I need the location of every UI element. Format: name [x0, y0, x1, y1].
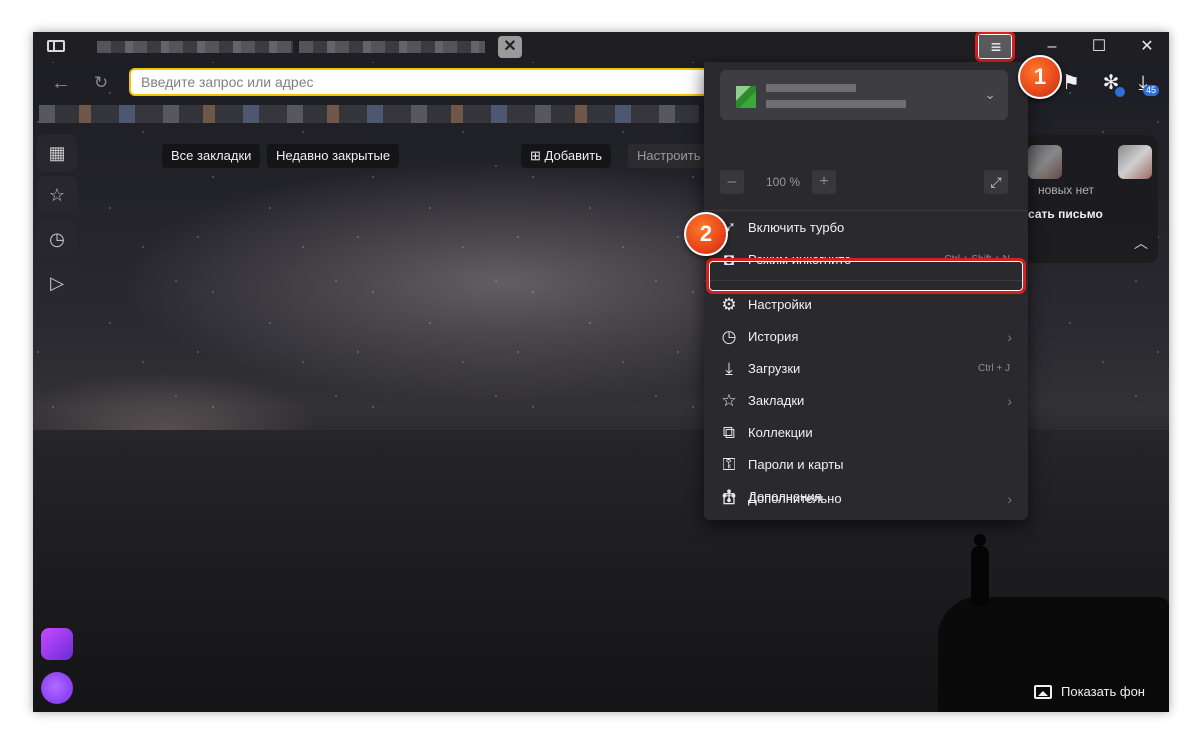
zoom-controls: – 100 % + ⤢: [720, 170, 1008, 196]
menu-item-label: Коллекции: [748, 425, 813, 440]
play-icon[interactable]: ▷: [37, 264, 77, 302]
add-button-label: Добавить: [544, 148, 602, 163]
passwords-icon: ⚿: [722, 455, 736, 474]
settings-highlight: [706, 258, 1026, 294]
gear-icon: ⚙: [721, 295, 737, 314]
address-input[interactable]: Введите запрос или адрес: [129, 68, 709, 96]
menu-item-label: Пароли и карты: [748, 457, 844, 472]
show-background-label: Показать фон: [1061, 684, 1145, 699]
recently-closed-button[interactable]: Недавно закрытые: [267, 144, 400, 168]
menu-item-turbo[interactable]: ➹ Включить турбо: [704, 212, 1028, 244]
apps-grid-icon[interactable]: ▦: [37, 134, 77, 172]
profile-avatar: [736, 86, 756, 108]
mail-status: новых нет: [1038, 183, 1095, 197]
zoom-out-button[interactable]: –: [720, 170, 744, 194]
tab-close-icon[interactable]: ✕: [498, 36, 522, 58]
add-plus-icon: ⊞: [530, 148, 545, 163]
alice-app-icon[interactable]: [41, 628, 73, 660]
background-person: [971, 534, 989, 606]
browser-window: ✕ ≡ – ☐ ✕ ← ↻ Введите запрос или адрес ⚑…: [33, 32, 1169, 712]
menu-item-label: Загрузки: [748, 361, 801, 376]
menu-item-more[interactable]: ⊡ Дополнительно ›: [704, 483, 1028, 515]
more-icon: ⊡: [721, 489, 737, 508]
reload-icon[interactable]: ↻: [90, 72, 112, 94]
chevron-up-icon[interactable]: ︿: [1134, 233, 1148, 253]
maximize-button[interactable]: ☐: [1084, 35, 1114, 59]
chevron-right-icon: ›: [1007, 393, 1012, 409]
chevron-right-icon: ›: [1007, 329, 1012, 345]
star-icon: ☆: [721, 391, 737, 410]
menu-divider: [704, 210, 1028, 211]
menu-button-highlight: [975, 32, 1015, 62]
mail-avatar-blurred: [1118, 145, 1152, 179]
collections-icon: ⧉: [722, 423, 736, 442]
mail-write-link[interactable]: сать письмо: [1028, 207, 1103, 221]
image-icon: [1034, 685, 1052, 699]
chevron-right-icon: ›: [1007, 491, 1012, 507]
download-icon: ⤓: [725, 359, 733, 378]
protect-check-badge: [1115, 87, 1125, 97]
menu-item-label: История: [748, 329, 799, 344]
bookmarks-bar-blurred[interactable]: [39, 105, 699, 123]
tab-strip: ✕ ≡ – ☐ ✕: [33, 32, 1169, 62]
downloads-count-badge: 45: [1143, 85, 1160, 96]
tab-title-blurred[interactable]: [97, 41, 293, 53]
all-bookmarks-button[interactable]: Все закладки: [162, 144, 261, 168]
menu-item-history[interactable]: ◷ История ›: [704, 321, 1028, 353]
menu-item-label: Дополнительно: [748, 491, 842, 506]
profile-name-blurred: [766, 84, 856, 92]
profile-card[interactable]: ⌄: [720, 70, 1008, 120]
step-marker-1: 1: [1018, 55, 1062, 99]
menu-item-downloads[interactable]: ⤓ Загрузки Ctrl + J: [704, 353, 1028, 385]
sidebar-toggle-icon[interactable]: [47, 40, 65, 52]
clock-icon: ◷: [721, 327, 737, 346]
menu-item-label: Включить турбо: [748, 220, 845, 235]
history-clock-icon[interactable]: ◷: [37, 220, 77, 258]
menu-item-passwords[interactable]: ⚿ Пароли и карты: [704, 449, 1028, 481]
mail-avatar-blurred: [1028, 145, 1062, 179]
mail-widget[interactable]: новых нет сать письмо ︿: [1018, 135, 1158, 263]
show-background-button[interactable]: Показать фон: [1025, 677, 1155, 707]
menu-item-collections[interactable]: ⧉ Коллекции: [704, 417, 1028, 449]
profile-email-blurred: [766, 100, 906, 108]
shortcut-hint: Ctrl + J: [978, 363, 1010, 374]
step-marker-2: 2: [684, 212, 728, 256]
menu-item-label: Закладки: [748, 393, 805, 408]
bookmarks-star-icon[interactable]: ☆: [37, 176, 77, 214]
tab-title-blurred[interactable]: [299, 41, 485, 53]
close-window-button[interactable]: ✕: [1132, 35, 1162, 59]
chevron-down-icon: ⌄: [984, 86, 996, 102]
back-arrow-icon[interactable]: ←: [50, 72, 72, 94]
zoom-in-button[interactable]: +: [812, 170, 836, 194]
configure-button[interactable]: Настроить: [628, 144, 710, 168]
fullscreen-icon[interactable]: ⤢: [984, 170, 1008, 194]
menu-item-bookmarks[interactable]: ☆ Закладки ›: [704, 385, 1028, 417]
alice-assistant-icon[interactable]: [41, 672, 73, 704]
add-button[interactable]: ⊞ Добавить: [521, 144, 611, 168]
zoom-level: 100 %: [765, 175, 801, 189]
